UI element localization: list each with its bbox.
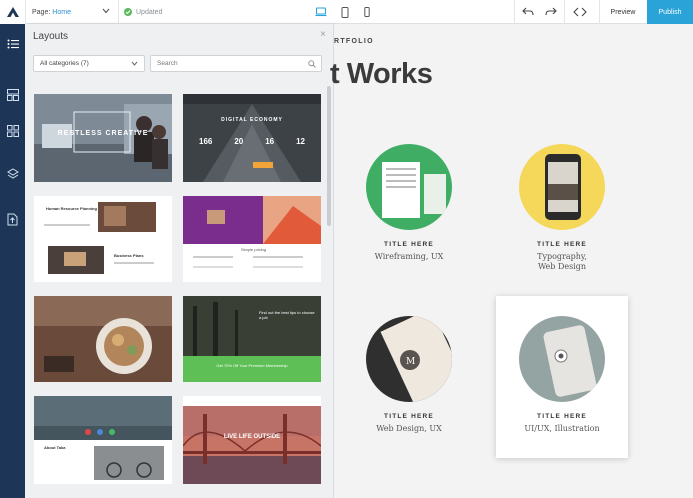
svg-text:M: M <box>406 357 415 367</box>
portfolio-card[interactable]: M TITLE HERE Web Design, UX <box>343 306 475 436</box>
layouts-panel: Layouts × All categories (7) Search REST… <box>25 24 334 498</box>
page-canvas: RTFOLIO t Works TITLE HERE Wireframing, … <box>330 24 693 498</box>
panel-title: Layouts <box>33 31 69 42</box>
layout-thumbnail-human-resource[interactable]: Human Resource Planning Business Plans <box>34 196 172 282</box>
save-status: Updated <box>124 4 162 20</box>
thumb-caption: About Taka <box>44 445 66 450</box>
section-eyebrow: RTFOLIO <box>334 38 374 45</box>
portfolio-card[interactable]: TITLE HERE Wireframing, UX <box>343 134 475 264</box>
stat-value: 12 <box>296 137 305 146</box>
thumb-caption: Human Resource Planning <box>46 206 97 211</box>
redo-icon[interactable] <box>541 3 561 21</box>
code-icon[interactable] <box>570 3 590 21</box>
undo-icon[interactable] <box>518 3 538 21</box>
section-heading: t Works <box>330 58 433 90</box>
check-icon <box>124 8 132 16</box>
thumb-caption: Find out the best tips to choose a job <box>259 310 315 320</box>
layout-thumbnail-bicycle[interactable]: About Taka <box>34 396 172 484</box>
card-subtitle: Typography, <box>537 252 587 261</box>
logo-icon[interactable] <box>0 0 25 24</box>
portfolio-card-active[interactable]: TITLE HERE UI/UX, Illustration <box>496 296 628 458</box>
thumb-subcaption: Business Plans <box>114 253 144 258</box>
page-value: Home <box>52 8 71 16</box>
layout-thumbnail-digital-economy[interactable]: DIGITAL ECONOMY 166 20 16 12 <box>183 94 321 182</box>
thumb-caption: DIGITAL ECONOMY <box>221 117 283 123</box>
category-value: All categories (7) <box>40 60 89 67</box>
thumb-caption: RESTLESS CREATIVE <box>57 130 149 137</box>
card-subtitle: Web Design, UX <box>376 424 442 433</box>
stat-value: 20 <box>234 137 244 146</box>
chevron-down-icon <box>131 61 138 68</box>
publish-button[interactable]: Publish <box>647 0 693 24</box>
portfolio-card[interactable]: TITLE HERE Typography, Web Design <box>496 134 628 274</box>
card-subtitle: Wireframing, UX <box>374 252 444 261</box>
stat-value: 16 <box>265 137 275 146</box>
card-image: M <box>366 316 452 402</box>
page-label: Page: <box>32 8 51 16</box>
thumb-caption: LIVE LIFE OUTSIDE <box>223 434 281 440</box>
thumb-banner: Get 70% Off Your Premium Membership <box>216 363 288 368</box>
layout-thumbnail-office[interactable]: RESTLESS CREATIVE <box>34 94 172 182</box>
thumb-caption: Simple pricing <box>241 247 267 252</box>
close-icon[interactable]: × <box>320 29 326 40</box>
card-subtitle-line2: Web Design <box>537 262 587 271</box>
category-dropdown[interactable]: All categories (7) <box>33 55 145 72</box>
page-selector[interactable]: Page: Home <box>32 4 114 20</box>
card-image <box>519 316 605 402</box>
grid-icon[interactable] <box>0 120 25 142</box>
panel-scrollbar[interactable] <box>327 86 331 226</box>
search-input[interactable]: Search <box>150 55 322 72</box>
export-icon[interactable] <box>0 208 25 230</box>
left-rail <box>0 24 25 498</box>
layout-thumbnail-bridge[interactable]: LIVE LIFE OUTSIDE <box>183 396 321 484</box>
layout-thumbnail-forest[interactable]: Find out the best tips to choose a job G… <box>183 296 321 382</box>
tablet-icon[interactable] <box>335 3 355 21</box>
preview-button[interactable]: Preview <box>600 0 646 24</box>
search-icon <box>308 60 316 70</box>
desktop-icon[interactable] <box>311 3 331 21</box>
status-text: Updated <box>136 8 163 16</box>
card-image <box>519 144 605 230</box>
card-title: TITLE HERE <box>384 413 434 420</box>
card-title: TITLE HERE <box>537 413 587 420</box>
layouts-icon[interactable] <box>0 84 25 106</box>
layout-thumbnail-food[interactable] <box>34 296 172 382</box>
card-title: TITLE HERE <box>537 241 587 248</box>
top-toolbar: Page: Home Updated Preview Publish <box>0 0 693 24</box>
card-title: TITLE HERE <box>384 241 434 248</box>
stat-value: 166 <box>199 137 213 146</box>
layers-icon[interactable] <box>0 163 25 185</box>
search-placeholder: Search <box>157 60 178 67</box>
card-subtitle: UI/UX, Illustration <box>524 424 600 433</box>
layouts-grid: RESTLESS CREATIVE DIGITAL ECONOMY 166 20… <box>25 82 334 498</box>
layout-thumbnail-purple-hero[interactable]: Simple pricing <box>183 196 321 282</box>
list-icon[interactable] <box>0 33 25 55</box>
app-window: Page: Home Updated Preview Publish Layou… <box>0 0 693 498</box>
mobile-icon[interactable] <box>357 3 377 21</box>
stats-row: 166 20 16 12 <box>199 137 305 146</box>
chevron-down-icon <box>102 8 110 16</box>
card-image <box>366 144 452 230</box>
